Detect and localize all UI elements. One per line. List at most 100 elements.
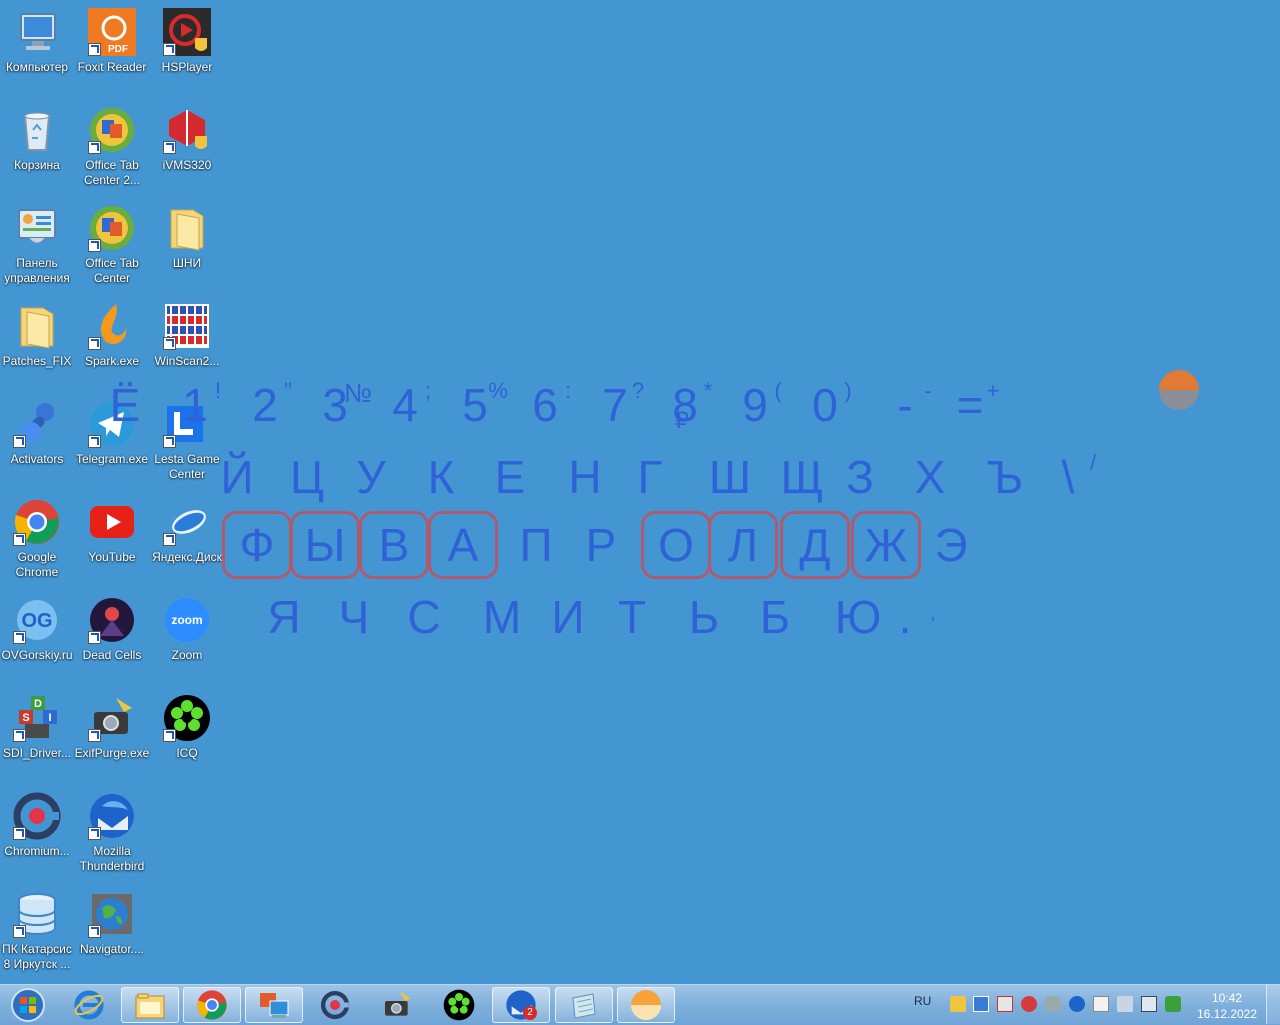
desktop-icon-winscan2[interactable]: WinScan2... bbox=[149, 302, 225, 369]
recycle-bin-icon bbox=[13, 106, 61, 154]
key-row1-sub-2: " bbox=[284, 378, 292, 403]
desktop-icon-activators[interactable]: Activators bbox=[0, 400, 75, 467]
desktop-icon-ovgorskiy[interactable]: OG OVGorskiy.ru bbox=[0, 596, 75, 663]
show-desktop-button[interactable] bbox=[1266, 985, 1280, 1024]
key-row4-0: Я bbox=[267, 591, 301, 643]
zoom-icon: zoom bbox=[163, 596, 211, 644]
floating-sun-widget-icon[interactable] bbox=[1159, 370, 1199, 410]
svg-text:S: S bbox=[22, 712, 29, 724]
shortcut-arrow-icon bbox=[88, 827, 101, 840]
key-row3-5: Р bbox=[585, 519, 617, 571]
shortcut-arrow-icon bbox=[88, 925, 101, 938]
tray-security-icon[interactable] bbox=[997, 996, 1013, 1012]
icon-label: Google Chrome bbox=[15, 550, 59, 579]
desktop-icon-navigator[interactable]: Navigator.... bbox=[74, 890, 150, 957]
taskbar-exifpurge[interactable] bbox=[368, 987, 426, 1023]
control-panel-icon bbox=[13, 204, 61, 252]
desktop-icon-computer[interactable]: Компьютер bbox=[0, 8, 75, 75]
desktop-icon-patches-fix[interactable]: Patches_FIX bbox=[0, 302, 75, 369]
tray-flag-icon[interactable] bbox=[1093, 996, 1109, 1012]
activators-icon bbox=[13, 400, 61, 448]
desktop-icon-yandex-disk[interactable]: Яндекс.Диск bbox=[149, 498, 225, 565]
bluetooth-icon[interactable] bbox=[1069, 996, 1085, 1012]
chromium-icon bbox=[13, 792, 61, 840]
hsplayer-icon bbox=[163, 8, 211, 56]
taskbar-chromium[interactable] bbox=[306, 987, 364, 1023]
start-button[interactable] bbox=[0, 987, 56, 1023]
shortcut-arrow-icon bbox=[88, 337, 101, 350]
desktop-icon-thunderbird[interactable]: Mozilla Thunderbird bbox=[74, 792, 150, 874]
desktop-icon-shni[interactable]: ШНИ bbox=[149, 204, 225, 271]
monitor-icon[interactable] bbox=[1141, 996, 1157, 1012]
tray-gift-icon[interactable] bbox=[950, 996, 966, 1012]
chromium-icon bbox=[320, 990, 350, 1020]
desktop-icon-dead-cells[interactable]: Dead Cells bbox=[74, 596, 150, 663]
key-row1-sub-5: % bbox=[488, 378, 508, 403]
desktop-icon-youtube[interactable]: YouTube bbox=[74, 498, 150, 565]
key-row3-2: В bbox=[378, 519, 410, 571]
desktop-icon-hsplayer[interactable]: HSPlayer bbox=[149, 8, 225, 75]
key-row1-sub-6: : bbox=[564, 378, 572, 403]
taskbar-sun-widget[interactable] bbox=[617, 987, 675, 1023]
taskbar-notepad[interactable] bbox=[555, 987, 613, 1023]
tray-usb-icon[interactable] bbox=[1045, 996, 1061, 1012]
language-indicator[interactable]: RU bbox=[914, 994, 931, 1008]
key-row4-7: Б bbox=[759, 591, 791, 643]
desktop-icon-foxit-reader[interactable]: PDF Foxit Reader bbox=[74, 8, 150, 75]
key-row2-1: Ц bbox=[289, 451, 325, 503]
taskbar-internet-explorer[interactable] bbox=[60, 987, 118, 1023]
icon-label: Activators bbox=[10, 452, 64, 466]
desktop-icon-icq[interactable]: ICQ bbox=[149, 694, 225, 761]
key-row1-sub-11: - bbox=[924, 378, 932, 403]
ovgorskiy-icon: OG bbox=[13, 596, 61, 644]
tray-antivirus-icon[interactable] bbox=[1021, 996, 1037, 1012]
desktop-icon-exifpurge[interactable]: ExifPurge.exe bbox=[74, 694, 150, 761]
key-row4-2: С bbox=[407, 591, 441, 643]
desktop-icon-sdi-driver[interactable]: DS I SDI_Driver... bbox=[0, 694, 75, 761]
svg-text:zoom: zoom bbox=[171, 613, 202, 627]
chrome-icon bbox=[13, 498, 61, 546]
desktop-icon-chromium[interactable]: Chromium... bbox=[0, 792, 75, 859]
shortcut-arrow-icon bbox=[163, 729, 176, 742]
icon-label: WinScan2... bbox=[154, 354, 220, 368]
file-explorer-icon bbox=[135, 993, 165, 1019]
tray-network-icon[interactable] bbox=[973, 996, 989, 1012]
desktop-icon-control-panel[interactable]: Панель управления bbox=[0, 204, 75, 286]
taskbar-remote-app[interactable] bbox=[245, 987, 303, 1023]
desktop-icon-office-tab-center-2[interactable]: Office Tab Center 2... bbox=[74, 106, 150, 188]
clock-date: 16.12.2022 bbox=[1196, 1007, 1258, 1021]
system-clock[interactable]: 10:42 16.12.2022 bbox=[1190, 990, 1264, 1022]
key-row3-8: Д bbox=[799, 519, 831, 571]
desktop-icon-office-tab-center[interactable]: Office Tab Center bbox=[74, 204, 150, 286]
shortcut-arrow-icon bbox=[88, 239, 101, 252]
icon-label: OVGorskiy.ru bbox=[1, 648, 73, 662]
desktop-icon-spark[interactable]: Spark.exe bbox=[74, 302, 150, 369]
key-row1-sub-12: + bbox=[986, 378, 1000, 403]
taskbar-thunderbird[interactable]: 2 bbox=[492, 987, 550, 1023]
clock-time: 10:42 bbox=[1211, 991, 1243, 1005]
taskbar-file-explorer[interactable] bbox=[121, 987, 179, 1023]
desktop-icon-ivms320[interactable]: iVMS320 bbox=[149, 106, 225, 173]
desktop-icon-recycle-bin[interactable]: Корзина bbox=[0, 106, 75, 173]
key-row2-3: К bbox=[427, 451, 455, 503]
key-row4-3: М bbox=[482, 591, 522, 643]
taskbar-icq[interactable] bbox=[430, 987, 488, 1023]
shortcut-arrow-icon bbox=[163, 141, 176, 154]
icon-label: Панель управления bbox=[4, 256, 70, 285]
desktop-icon-google-chrome[interactable]: Google Chrome bbox=[0, 498, 75, 580]
desktop-icon-katarsis[interactable]: ПК Катарсис 8 Иркутск ... bbox=[0, 890, 75, 972]
exifpurge-icon bbox=[88, 694, 136, 742]
key-row3-6: О bbox=[658, 519, 694, 571]
youtube-icon bbox=[88, 498, 136, 546]
desktop-icon-zoom[interactable]: zoom Zoom bbox=[149, 596, 225, 663]
winscan2-icon bbox=[163, 302, 211, 350]
key-row3-0: Ф bbox=[239, 519, 275, 571]
notepad-icon bbox=[572, 993, 596, 1019]
icon-label: ШНИ bbox=[172, 256, 202, 270]
speaker-icon[interactable] bbox=[1117, 996, 1133, 1012]
key-row2-9: З bbox=[846, 451, 874, 503]
key-row2-5: Н bbox=[568, 451, 602, 503]
taskbar-chrome[interactable] bbox=[183, 987, 241, 1023]
key-row2-7: Ш bbox=[708, 451, 752, 503]
tray-shield-icon[interactable] bbox=[1165, 996, 1181, 1012]
